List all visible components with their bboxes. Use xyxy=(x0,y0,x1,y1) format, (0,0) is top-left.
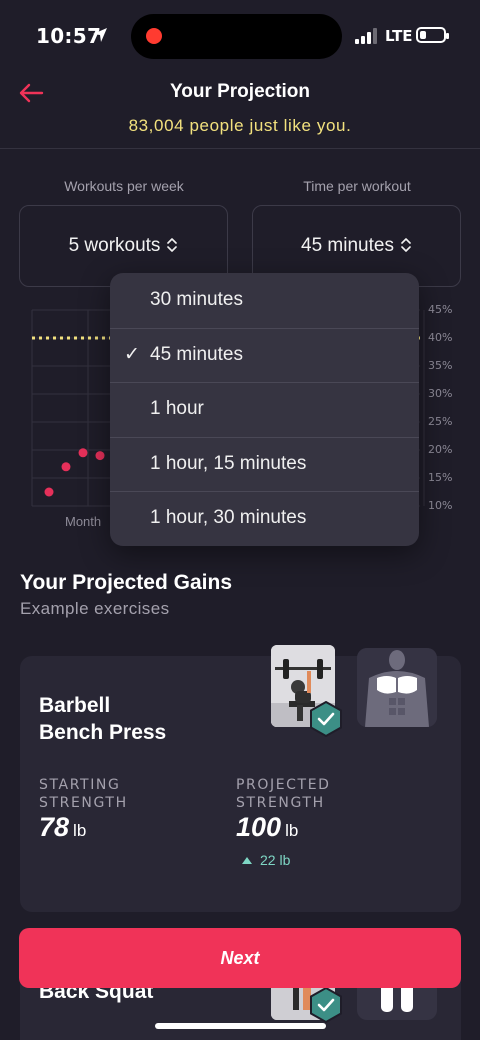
header-divider xyxy=(0,148,480,149)
page-title: Your Projection xyxy=(169,81,311,102)
workouts-per-week-label: Workouts per week xyxy=(64,178,184,194)
menu-option-label: 30 minutes xyxy=(150,289,243,310)
stat-label-line: STRENGTH xyxy=(236,795,325,811)
starting-unit: lb xyxy=(73,821,87,840)
location-arrow-icon xyxy=(93,28,107,42)
time-per-workout-label: Time per workout xyxy=(303,178,411,194)
data-point xyxy=(78,448,88,458)
home-indicator[interactable] xyxy=(155,1023,326,1029)
chevron-up-down-icon xyxy=(401,238,411,252)
y-tick-label: 40% xyxy=(428,331,453,344)
page-subtitle: 83,004 people just like you. xyxy=(128,116,352,135)
menu-option-label: 1 hour xyxy=(150,398,204,420)
muscle-body-icon xyxy=(357,648,437,727)
verified-badge-icon xyxy=(310,987,342,1023)
chart-x-label: Month xyxy=(65,514,102,529)
exercise-name-line: Barbell xyxy=(39,694,111,717)
starting-number: 78 xyxy=(39,812,70,842)
arrow-up-icon xyxy=(242,857,252,864)
time-per-workout-value: 45 minutes xyxy=(301,235,394,256)
status-bar: 10:57 LTE xyxy=(0,0,480,74)
data-point xyxy=(61,462,71,472)
stat-label-line: PROJECTED xyxy=(236,777,331,793)
workouts-per-week-value: 5 workouts xyxy=(68,235,161,256)
recording-indicator-icon xyxy=(146,28,162,44)
projected-unit: lb xyxy=(285,821,299,840)
time-per-workout-menu: 30 minutes ✓ 45 minutes 1 hour 1 hour, 15 mi… xyxy=(110,273,419,546)
starting-strength-value: 78 lb xyxy=(39,812,86,843)
chest-muscle-diagram xyxy=(357,648,437,727)
delta-value: 22 lb xyxy=(260,852,291,868)
y-tick-label: 35% xyxy=(428,359,453,372)
menu-separator xyxy=(110,436,419,438)
menu-option[interactable]: 1 hour, 30 minutes xyxy=(110,491,419,546)
menu-option[interactable]: 1 hour xyxy=(110,382,419,437)
starting-strength-label: STARTING STRENGTH xyxy=(39,776,128,812)
y-tick-label: 10% xyxy=(428,499,453,512)
data-point xyxy=(44,487,54,497)
cellular-signal-icon xyxy=(355,28,377,44)
menu-separator xyxy=(110,382,419,384)
y-tick-label: 20% xyxy=(428,443,453,456)
stat-label-line: STARTING xyxy=(39,777,121,793)
projected-strength-value: 100 lb xyxy=(236,812,298,843)
projected-strength-label: PROJECTED STRENGTH xyxy=(236,776,331,812)
verified-badge-icon xyxy=(310,701,342,737)
checkmark-icon: ✓ xyxy=(124,343,140,365)
y-tick-label: 30% xyxy=(428,387,453,400)
menu-separator xyxy=(110,327,419,329)
chevron-up-down-icon xyxy=(167,238,178,252)
menu-option[interactable]: 30 minutes xyxy=(110,273,419,328)
menu-option-label: 1 hour, 15 minutes xyxy=(150,452,307,474)
gains-title: Your Projected Gains xyxy=(20,571,232,594)
y-tick-label: 25% xyxy=(428,415,453,428)
y-tick-label: 15% xyxy=(428,471,453,484)
projected-number: 100 xyxy=(236,812,282,842)
exercise-name-line: Bench Press xyxy=(39,721,167,744)
stat-label-line: STRENGTH xyxy=(39,795,128,811)
network-type: LTE xyxy=(385,27,413,45)
next-button[interactable]: Next xyxy=(19,928,461,988)
dynamic-island xyxy=(131,14,342,59)
menu-option-label: 1 hour, 30 minutes xyxy=(150,507,307,529)
battery-icon xyxy=(416,27,449,43)
strength-delta: 22 lb xyxy=(242,852,290,868)
y-tick-label: 45% xyxy=(428,303,453,316)
exercise-name: Barbell Bench Press xyxy=(39,692,219,746)
menu-option[interactable]: ✓ 45 minutes xyxy=(110,328,419,383)
data-point xyxy=(95,451,105,461)
menu-separator xyxy=(110,491,419,493)
menu-option-label: 45 minutes xyxy=(150,343,243,365)
menu-option[interactable]: 1 hour, 15 minutes xyxy=(110,437,419,492)
gains-subtitle: Example exercises xyxy=(20,599,170,618)
